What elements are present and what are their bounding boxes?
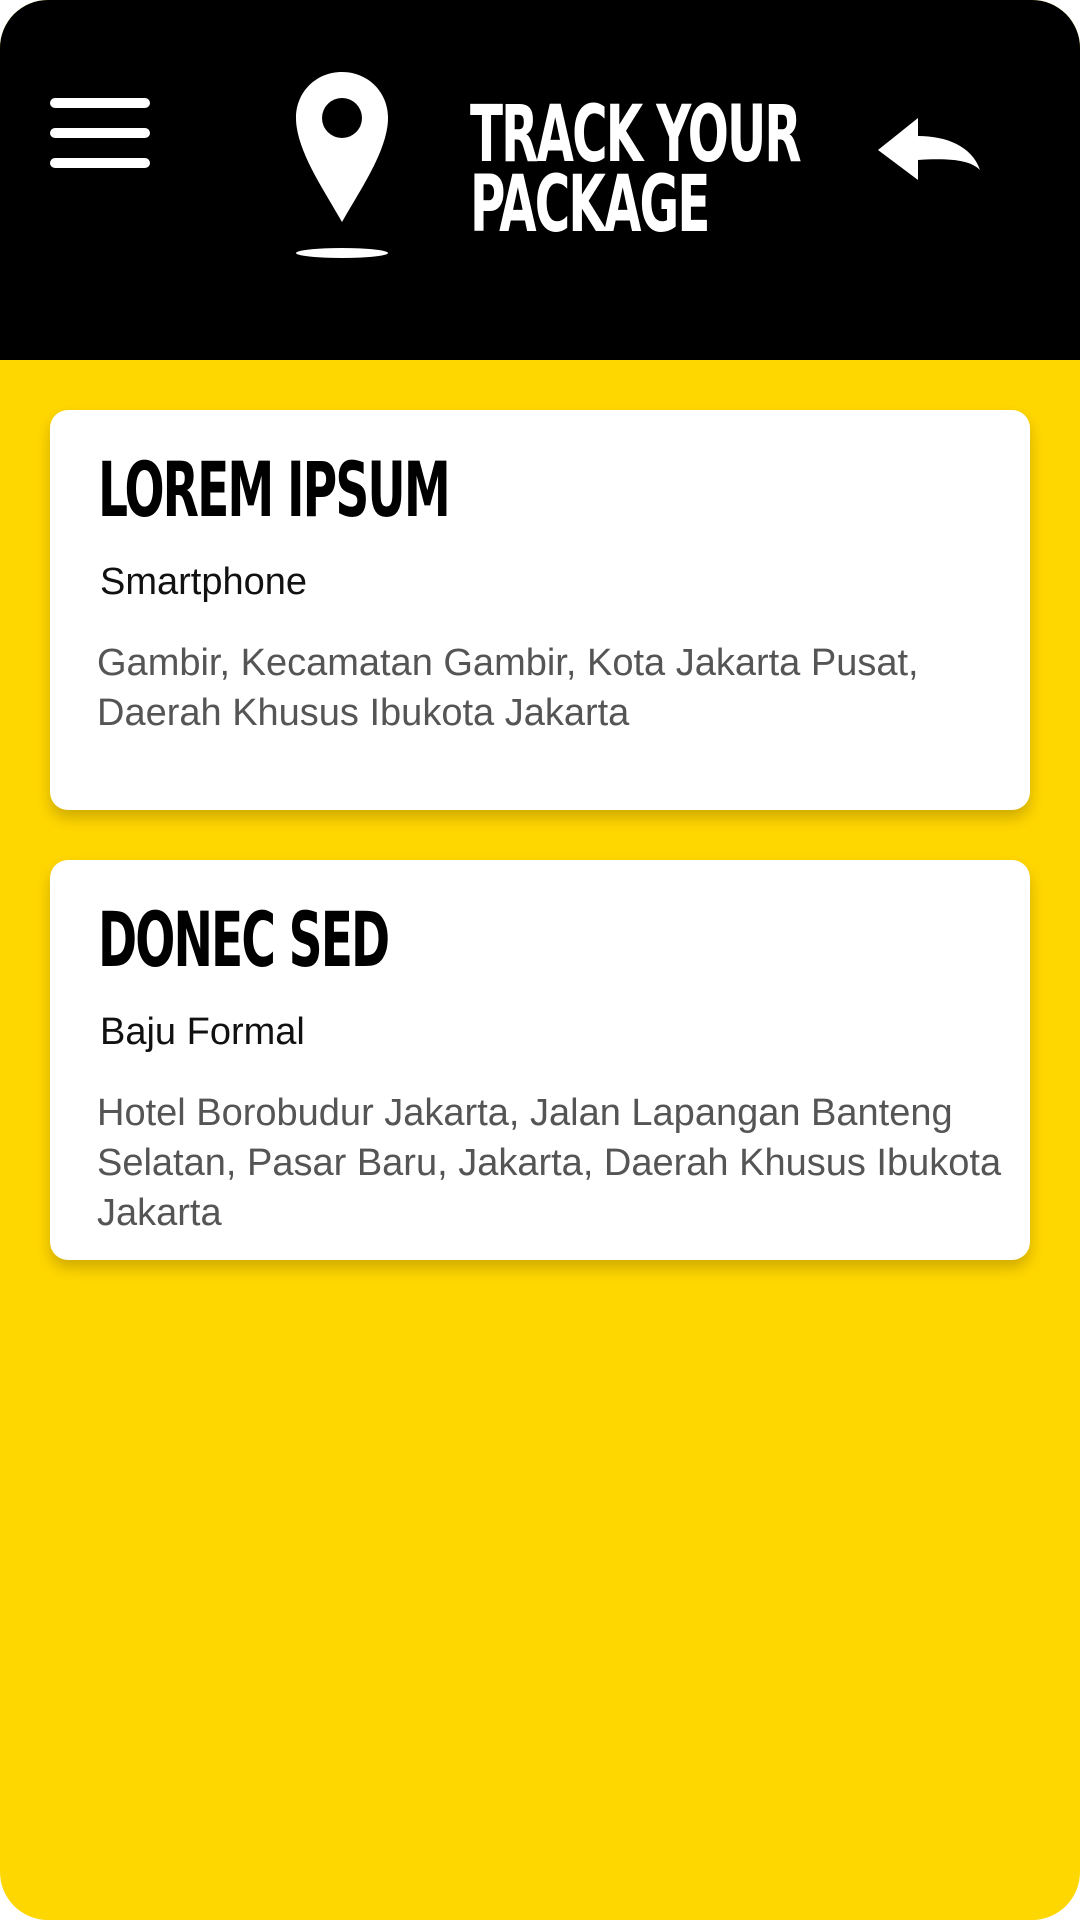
app-header: TRACK YOUR PACKAGE <box>0 0 1080 360</box>
app-screen: TRACK YOUR PACKAGE LOREM IPSUM Smartphon… <box>0 0 1080 1920</box>
back-arrow-icon[interactable] <box>876 116 982 184</box>
location-pin-icon <box>296 72 388 258</box>
package-address: Hotel Borobudur Jakarta, Jalan Lapangan … <box>97 1092 1002 1234</box>
package-item: Baju Formal <box>100 1011 305 1053</box>
menu-bar-icon <box>50 158 150 168</box>
page-title-line-2: PACKAGE <box>470 160 710 250</box>
package-item: Smartphone <box>100 561 308 603</box>
page-title: TRACK YOUR PACKAGE <box>470 96 802 244</box>
package-name: DONEC SED <box>98 895 390 984</box>
menu-bar-icon <box>50 128 150 138</box>
menu-button[interactable] <box>50 96 152 170</box>
package-address: Gambir, Kecamatan Gambir, Kota Jakarta P… <box>97 642 919 734</box>
package-card[interactable]: LOREM IPSUM Smartphone Gambir, Kecamatan… <box>50 410 1030 810</box>
package-name: LOREM IPSUM <box>98 445 451 534</box>
menu-bar-icon <box>50 98 150 108</box>
package-card[interactable]: DONEC SED Baju Formal Hotel Borobudur Ja… <box>50 860 1030 1260</box>
